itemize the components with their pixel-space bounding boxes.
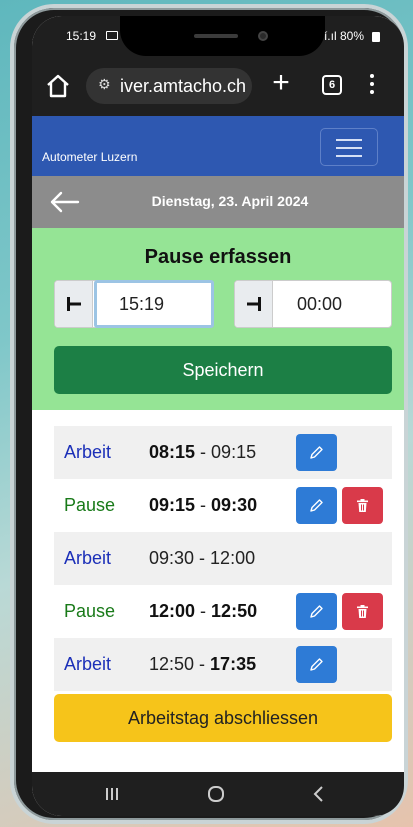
- pencil-icon: [310, 658, 323, 671]
- entry-type-label: Arbeit: [64, 548, 112, 568]
- entry-start-time: 08:15: [149, 442, 196, 462]
- entry-separator: -: [195, 601, 212, 621]
- pencil-icon: [310, 446, 323, 459]
- battery-icon: [372, 32, 380, 42]
- delete-entry-button[interactable]: [342, 593, 383, 630]
- android-nav-bar: [32, 772, 404, 816]
- url-text: iver.amtacho.ch: [120, 76, 247, 96]
- entry-time-range: 12:50 - 17:35: [149, 654, 256, 675]
- address-bar[interactable]: ⚙ iver.amtacho.ch: [86, 68, 252, 104]
- trash-icon: [357, 499, 368, 512]
- entry-separator: -: [195, 442, 212, 462]
- edit-entry-button[interactable]: [296, 593, 337, 630]
- entry-time-range: 12:00 - 12:50: [149, 601, 257, 622]
- phone-screen: 15:19 í.ıl 80% ⚙ iver.amtacho.ch + 6 Aut…: [32, 16, 404, 816]
- signal-battery-text: í.ıl 80%: [323, 29, 364, 43]
- browser-toolbar: ⚙ iver.amtacho.ch + 6: [32, 58, 404, 116]
- end-time-addon: [235, 281, 273, 327]
- pencil-icon: [310, 605, 323, 618]
- time-entry-row: Arbeit 08:15 - 09:15: [54, 426, 392, 479]
- more-vert-icon[interactable]: [370, 74, 376, 98]
- entry-time-range: 09:30 - 12:00: [149, 548, 255, 569]
- entry-end-time: 12:50: [211, 601, 258, 621]
- entry-type-label: Arbeit: [64, 442, 112, 462]
- recent-apps-icon[interactable]: [100, 782, 124, 806]
- entry-type-label: Pause: [64, 495, 116, 515]
- camera-notch: [120, 16, 325, 56]
- entry-end-time: 12:00: [210, 548, 256, 568]
- pencil-icon: [310, 499, 323, 512]
- end-bar-icon: [247, 297, 261, 311]
- brand-title[interactable]: Autometer Luzern: [42, 150, 137, 164]
- site-settings-icon[interactable]: ⚙: [98, 77, 111, 93]
- time-entry-row: Pause 12:00 - 12:50: [54, 585, 392, 638]
- nav-back-icon[interactable]: [307, 782, 331, 806]
- pause-end-input[interactable]: 00:00: [297, 294, 342, 315]
- time-entry-list: Arbeit 08:15 - 09:15 Pause 09:15 - 09:30 Arb…: [54, 426, 392, 691]
- current-date: Dienstag, 23. April 2024: [151, 193, 309, 209]
- save-button[interactable]: Speichern: [54, 346, 392, 394]
- edit-entry-button[interactable]: [296, 487, 337, 524]
- entry-type-label: Arbeit: [64, 654, 112, 674]
- start-bar-icon: [67, 297, 81, 311]
- speaker-grille: [194, 34, 238, 38]
- entry-end-time: 17:35: [210, 654, 257, 674]
- pause-start-input[interactable]: 15:19: [94, 280, 214, 328]
- start-time-addon: [55, 281, 93, 327]
- date-header: Dienstag, 23. April 2024: [32, 176, 404, 228]
- entry-start-time: 09:15: [149, 495, 196, 515]
- pause-start-group: 15:19: [54, 280, 214, 328]
- entry-end-time: 09:30: [211, 495, 258, 515]
- tab-switcher-icon[interactable]: 6: [322, 75, 342, 95]
- pause-start-value: 15:19: [119, 294, 165, 314]
- entry-start-time: 12:50: [149, 654, 195, 674]
- entry-start-time: 09:30: [149, 548, 195, 568]
- app-navbar: Autometer Luzern: [32, 116, 404, 176]
- time-entry-row: Arbeit 12:50 - 17:35: [54, 638, 392, 691]
- delete-entry-button[interactable]: [342, 487, 383, 524]
- home-icon[interactable]: [44, 72, 72, 100]
- front-camera: [258, 31, 268, 41]
- finish-workday-button[interactable]: Arbeitstag abschliessen: [54, 694, 392, 742]
- entry-separator: -: [194, 548, 211, 568]
- entry-start-time: 12:00: [149, 601, 196, 621]
- entry-end-time: 09:15: [211, 442, 257, 462]
- time-entry-row: Pause 09:15 - 09:30: [54, 479, 392, 532]
- time-entry-row: Arbeit 09:30 - 12:00: [54, 532, 392, 585]
- trash-icon: [357, 605, 368, 618]
- entry-separator: -: [194, 654, 211, 674]
- edit-entry-button[interactable]: [296, 434, 337, 471]
- home-circle-icon[interactable]: [204, 782, 228, 806]
- entry-separator: -: [195, 495, 212, 515]
- pause-form-title: Pause erfassen: [144, 246, 292, 268]
- status-time: 15:19: [66, 29, 97, 43]
- entry-type-label: Pause: [64, 601, 116, 621]
- pause-form: Pause erfassen 15:19 00:00 Speichern: [32, 228, 404, 410]
- sim-icon: [106, 31, 118, 40]
- hamburger-menu-icon[interactable]: [320, 128, 378, 166]
- entry-time-range: 08:15 - 09:15: [149, 442, 256, 463]
- plus-icon[interactable]: +: [268, 68, 294, 98]
- entry-time-range: 09:15 - 09:30: [149, 495, 257, 516]
- edit-entry-button[interactable]: [296, 646, 337, 683]
- pause-end-group: 00:00: [234, 280, 392, 328]
